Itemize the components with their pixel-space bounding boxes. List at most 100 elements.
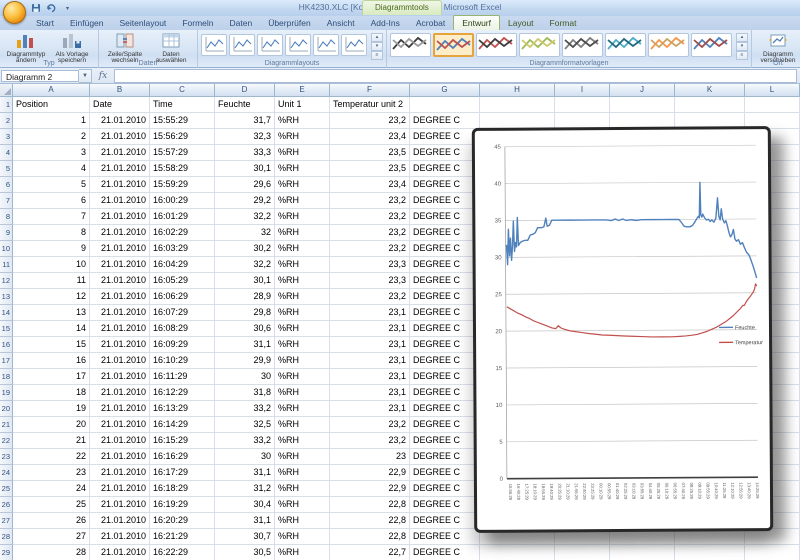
cell[interactable]: 16:06:29 (150, 289, 215, 305)
row-header-5[interactable]: 5 (0, 161, 13, 177)
row-header-9[interactable]: 9 (0, 225, 13, 241)
cell[interactable]: %RH (275, 113, 330, 129)
cell[interactable]: 22,8 (330, 497, 410, 513)
cell[interactable]: 22,9 (330, 481, 410, 497)
tab-daten[interactable]: Daten (222, 16, 261, 30)
cell[interactable]: 17 (13, 369, 90, 385)
cell[interactable]: 23,1 (330, 401, 410, 417)
row-header-2[interactable]: 2 (0, 113, 13, 129)
row-header-21[interactable]: 21 (0, 417, 13, 433)
cell[interactable]: 21.01.2010 (90, 401, 150, 417)
tab-überprüfen[interactable]: Überprüfen (260, 16, 319, 30)
cell[interactable]: 20 (13, 417, 90, 433)
cell[interactable]: %RH (275, 369, 330, 385)
cell[interactable]: 21.01.2010 (90, 273, 150, 289)
cell[interactable]: DEGREE C (410, 529, 480, 545)
cell[interactable]: 33,3 (215, 145, 275, 161)
chart-style-thumbnail[interactable] (605, 33, 646, 57)
cell[interactable]: 31,1 (215, 465, 275, 481)
cell[interactable]: 21.01.2010 (90, 145, 150, 161)
row-header-26[interactable]: 26 (0, 497, 13, 513)
tab-start[interactable]: Start (28, 16, 62, 30)
row-header-24[interactable]: 24 (0, 465, 13, 481)
cell[interactable]: 30,4 (215, 497, 275, 513)
cell[interactable]: DEGREE C (410, 193, 480, 209)
cell[interactable]: 33,2 (215, 401, 275, 417)
cell[interactable]: 16:14:29 (150, 417, 215, 433)
cell[interactable]: 21.01.2010 (90, 241, 150, 257)
tab-layout[interactable]: Layout (500, 16, 542, 30)
column-header-E[interactable]: E (275, 84, 330, 97)
cell[interactable]: DEGREE C (410, 113, 480, 129)
chart-style-thumbnail[interactable] (519, 33, 560, 57)
cell[interactable]: 30 (215, 449, 275, 465)
gallery-scroll[interactable]: ▴▾≡ (371, 33, 383, 57)
button-diagrammtyp-ändern[interactable]: Diagrammtyp ändern (3, 31, 49, 58)
cell[interactable]: 23,1 (330, 385, 410, 401)
cell[interactable]: 23,3 (330, 273, 410, 289)
cell[interactable]: %RH (275, 417, 330, 433)
cell[interactable]: 30,1 (215, 161, 275, 177)
cell[interactable]: 16:15:29 (150, 433, 215, 449)
formula-input[interactable] (114, 69, 797, 83)
row-header-27[interactable]: 27 (0, 513, 13, 529)
cell[interactable]: DEGREE C (410, 209, 480, 225)
row-header-7[interactable]: 7 (0, 193, 13, 209)
cell[interactable]: DEGREE C (410, 241, 480, 257)
cell[interactable]: 10 (13, 257, 90, 273)
cell[interactable]: %RH (275, 193, 330, 209)
cell[interactable]: 21.01.2010 (90, 337, 150, 353)
cell[interactable]: 23,2 (330, 289, 410, 305)
cell[interactable]: 16:08:29 (150, 321, 215, 337)
row-header-6[interactable]: 6 (0, 177, 13, 193)
cell[interactable]: %RH (275, 305, 330, 321)
cell[interactable]: 16:17:29 (150, 465, 215, 481)
cell[interactable]: 16:04:29 (150, 257, 215, 273)
cell[interactable] (555, 97, 610, 113)
cell[interactable] (555, 545, 610, 560)
cell[interactable]: 32,5 (215, 417, 275, 433)
cell[interactable]: 30,6 (215, 321, 275, 337)
cell[interactable] (480, 97, 555, 113)
cell[interactable]: Position (13, 97, 90, 113)
column-header-L[interactable]: L (745, 84, 800, 97)
cell[interactable]: %RH (275, 529, 330, 545)
cell[interactable]: 16:03:29 (150, 241, 215, 257)
row-header-11[interactable]: 11 (0, 257, 13, 273)
gallery-scroll[interactable]: ▴▾≡ (736, 33, 748, 57)
cell[interactable]: 16:00:29 (150, 193, 215, 209)
button-daten-auswählen[interactable]: Daten auswählen (148, 31, 194, 58)
chart-style-thumbnail-selected[interactable] (433, 33, 474, 57)
cell[interactable]: Feuchte (215, 97, 275, 113)
embedded-chart[interactable]: 05101520253035404515:55:2916:40:2917:25:… (472, 126, 773, 533)
row-header-4[interactable]: 4 (0, 145, 13, 161)
cell[interactable]: 29,2 (215, 193, 275, 209)
tab-add-ins[interactable]: Add-Ins (363, 16, 408, 30)
tab-format[interactable]: Format (542, 16, 585, 30)
column-header-H[interactable]: H (480, 84, 555, 97)
namebox-dropdown-icon[interactable]: ▼ (79, 69, 92, 83)
cell[interactable]: 27 (13, 529, 90, 545)
cell[interactable]: 23,2 (330, 433, 410, 449)
cell[interactable]: DEGREE C (410, 161, 480, 177)
cell[interactable]: Unit 1 (275, 97, 330, 113)
cell[interactable]: 3 (13, 145, 90, 161)
cell[interactable]: 31,1 (215, 337, 275, 353)
row-header-17[interactable]: 17 (0, 353, 13, 369)
chart-layout-thumbnail[interactable] (257, 34, 283, 56)
cell[interactable]: 14 (13, 321, 90, 337)
row-header-13[interactable]: 13 (0, 289, 13, 305)
chart-style-thumbnail[interactable] (390, 33, 431, 57)
row-header-22[interactable]: 22 (0, 433, 13, 449)
cell[interactable]: 23,5 (330, 161, 410, 177)
cell[interactable]: 23,5 (330, 145, 410, 161)
cell[interactable]: DEGREE C (410, 353, 480, 369)
cell[interactable]: DEGREE C (410, 449, 480, 465)
cell[interactable]: DEGREE C (410, 433, 480, 449)
cell[interactable]: 16:11:29 (150, 369, 215, 385)
cell[interactable]: 6 (13, 193, 90, 209)
cell[interactable]: Date (90, 97, 150, 113)
office-button-icon[interactable] (3, 1, 26, 24)
cell[interactable]: 21.01.2010 (90, 353, 150, 369)
cell[interactable]: Time (150, 97, 215, 113)
